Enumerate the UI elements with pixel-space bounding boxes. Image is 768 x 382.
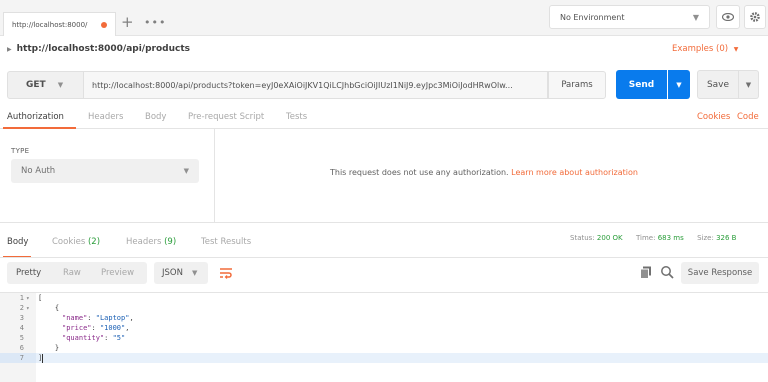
environment-quick-look-button[interactable] xyxy=(716,5,740,29)
chevron-down-icon: ▼ xyxy=(57,81,64,89)
method-value: GET xyxy=(26,80,46,90)
manage-environments-button[interactable] xyxy=(744,5,766,29)
send-options-button[interactable]: ▼ xyxy=(668,70,690,99)
line-number: 2 ▾ xyxy=(19,304,30,312)
response-tab-cookies[interactable]: Cookies (2) xyxy=(52,237,100,247)
request-tabs: Authorization Headers Body Pre-request S… xyxy=(0,107,768,129)
caret-right-icon: ▶ xyxy=(7,45,12,53)
text-cursor xyxy=(42,354,43,363)
preview-button[interactable]: Preview xyxy=(101,268,134,278)
tab-prerequest-script[interactable]: Pre-request Script xyxy=(188,112,264,122)
copy-icon[interactable] xyxy=(640,266,652,279)
send-button[interactable]: Send xyxy=(616,70,667,99)
line-number: 1 ▾ xyxy=(19,294,30,302)
code-line: "price": "1000", xyxy=(62,324,130,332)
auth-type-select[interactable]: No Auth ▼ xyxy=(11,159,199,183)
raw-button[interactable]: Raw xyxy=(63,268,81,278)
wrap-lines-button[interactable] xyxy=(215,262,237,284)
request-name-label: http://localhost:8000/api/products xyxy=(16,44,190,54)
tab-tests[interactable]: Tests xyxy=(286,112,307,122)
json-value: "1000" xyxy=(99,324,126,332)
gear-icon xyxy=(750,12,760,22)
response-tab-headers[interactable]: Headers (9) xyxy=(126,237,176,247)
view-mode-group: Pretty Raw Preview xyxy=(7,262,147,284)
tab-headers[interactable]: Headers xyxy=(88,112,123,122)
pretty-button[interactable]: Pretty xyxy=(16,268,41,278)
format-select[interactable]: JSON ▼ xyxy=(154,262,208,284)
status-label: Status: xyxy=(570,234,595,242)
divider xyxy=(0,222,768,223)
unsaved-dot-icon xyxy=(101,21,107,28)
response-tab-body[interactable]: Body xyxy=(7,237,28,247)
environment-select[interactable]: No Environment ▼ xyxy=(549,5,710,29)
method-select[interactable]: GET ▼ xyxy=(7,71,84,99)
status-value: 200 OK xyxy=(596,234,623,242)
chevron-down-icon: ▼ xyxy=(733,46,739,53)
cookies-link[interactable]: Cookies xyxy=(697,112,730,122)
response-tab-test-results[interactable]: Test Results xyxy=(201,237,251,247)
size-label: Size: xyxy=(697,234,714,242)
code-line: [ xyxy=(38,294,43,302)
auth-type-label: TYPE xyxy=(11,147,30,155)
json-key: "name" xyxy=(62,314,88,322)
learn-more-auth-link[interactable]: Learn more about authorization xyxy=(511,168,638,177)
url-input[interactable]: http://localhost:8000/api/products?token… xyxy=(84,71,548,99)
code-line: "quantity": "5" xyxy=(62,334,126,342)
url-value: http://localhost:8000/api/products?token… xyxy=(92,80,513,90)
headers-count: (9) xyxy=(164,237,177,247)
more-tabs-button[interactable]: ••• xyxy=(144,16,166,29)
save-response-button[interactable]: Save Response xyxy=(681,262,759,284)
time-label: Time: xyxy=(635,234,656,242)
chevron-down-icon: ▼ xyxy=(745,80,752,89)
json-value: "Laptop" xyxy=(95,314,130,322)
json-value: "5" xyxy=(112,334,126,342)
auth-type-value: No Auth xyxy=(21,166,56,176)
code-line: } xyxy=(38,344,60,352)
request-tab-title: http://localhost:8000/ xyxy=(12,20,88,29)
size-value: 326 B xyxy=(716,234,737,242)
params-button[interactable]: Params xyxy=(548,71,606,99)
line-number: 4 xyxy=(19,324,24,332)
line-number: 3 xyxy=(19,314,24,322)
request-name[interactable]: ▶ http://localhost:8000/api/products xyxy=(7,44,190,54)
cookies-count: (2) xyxy=(87,237,101,247)
wrap-lines-icon xyxy=(220,268,232,279)
json-key: "price" xyxy=(62,324,92,332)
active-line-highlight xyxy=(36,353,768,363)
divider xyxy=(0,257,768,258)
response-tab-headers-label: Headers xyxy=(126,237,162,247)
chevron-down-icon: ▼ xyxy=(676,80,682,89)
json-key: "quantity" xyxy=(62,334,105,342)
tab-authorization[interactable]: Authorization xyxy=(7,112,64,122)
time-value: 683 ms xyxy=(657,234,684,242)
line-number: 7 xyxy=(19,354,24,362)
environment-value: No Environment xyxy=(560,12,625,22)
tab-body[interactable]: Body xyxy=(145,112,166,122)
response-status: Status: 200 OK Time: 683 ms Size: 326 B xyxy=(570,234,736,242)
chevron-down-icon: ▼ xyxy=(191,269,198,277)
add-tab-button[interactable]: + xyxy=(121,15,134,30)
format-value: JSON xyxy=(162,268,183,278)
save-button[interactable]: Save xyxy=(697,70,739,99)
line-number: 6 xyxy=(19,344,24,352)
save-options-button[interactable]: ▼ xyxy=(739,70,759,99)
chevron-down-icon: ▼ xyxy=(183,167,189,175)
code-line: "name": "Laptop", xyxy=(62,314,134,322)
eye-icon xyxy=(722,13,734,21)
code-line: { xyxy=(38,304,60,312)
fold-icon[interactable]: ▾ xyxy=(26,295,30,302)
auth-message: This request does not use any authorizat… xyxy=(330,168,638,177)
request-tab[interactable]: http://localhost:8000/ xyxy=(3,12,116,36)
line-number: 5 xyxy=(19,334,24,342)
chevron-down-icon: ▼ xyxy=(692,12,699,22)
examples-dropdown[interactable]: Examples (0) ▼ xyxy=(672,44,738,54)
fold-icon[interactable]: ▾ xyxy=(26,305,30,312)
search-icon[interactable] xyxy=(660,265,674,279)
code-link[interactable]: Code xyxy=(737,112,759,122)
examples-label: Examples (0) xyxy=(672,44,729,54)
auth-message-text: This request does not use any authorizat… xyxy=(330,168,509,177)
response-tab-cookies-label: Cookies xyxy=(52,237,86,247)
